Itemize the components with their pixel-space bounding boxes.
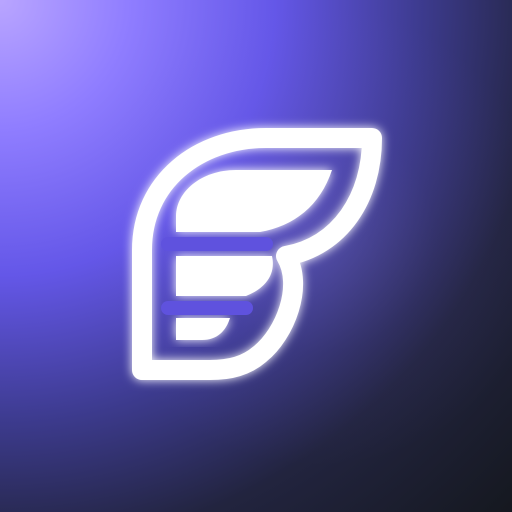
wing-logo-icon (132, 128, 382, 380)
app-icon-canvas (0, 0, 512, 512)
upper-feather (176, 170, 332, 232)
lower-feather (176, 318, 230, 340)
middle-feather (176, 256, 273, 296)
